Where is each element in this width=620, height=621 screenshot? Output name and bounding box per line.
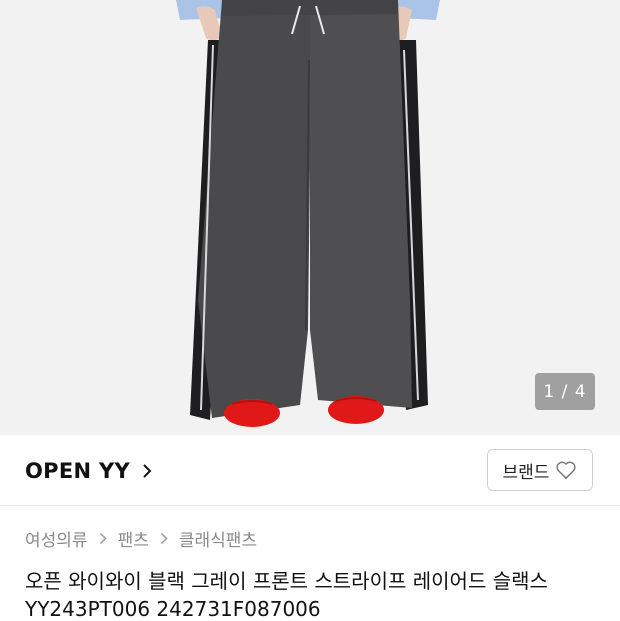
brand-name: OPEN YY	[25, 459, 130, 483]
product-code: YY243PT006 242731F087006	[25, 597, 321, 621]
image-counter: 1 / 4	[535, 373, 595, 410]
product-photo	[176, 0, 440, 427]
product-title: 오픈 와이와이 블랙 그레이 프론트 스트라이프 레이어드 슬랙스	[25, 569, 548, 593]
brand-row: OPEN YY 브랜드	[0, 435, 620, 506]
heart-icon	[556, 461, 577, 479]
chevron-right-icon	[160, 532, 168, 544]
brand-link[interactable]: OPEN YY	[25, 457, 152, 485]
breadcrumb: 여성의류 팬츠 클래식팬츠	[25, 526, 257, 551]
product-image-gallery[interactable]: 1 / 4	[0, 0, 620, 435]
breadcrumb-item[interactable]: 클래식팬츠	[179, 526, 257, 551]
brand-like-button[interactable]: 브랜드	[487, 449, 593, 491]
chevron-right-icon	[99, 532, 107, 544]
chevron-right-icon	[143, 464, 152, 478]
brand-button-label: 브랜드	[502, 462, 550, 483]
breadcrumb-item[interactable]: 여성의류	[25, 526, 88, 551]
breadcrumb-item[interactable]: 팬츠	[118, 526, 149, 551]
